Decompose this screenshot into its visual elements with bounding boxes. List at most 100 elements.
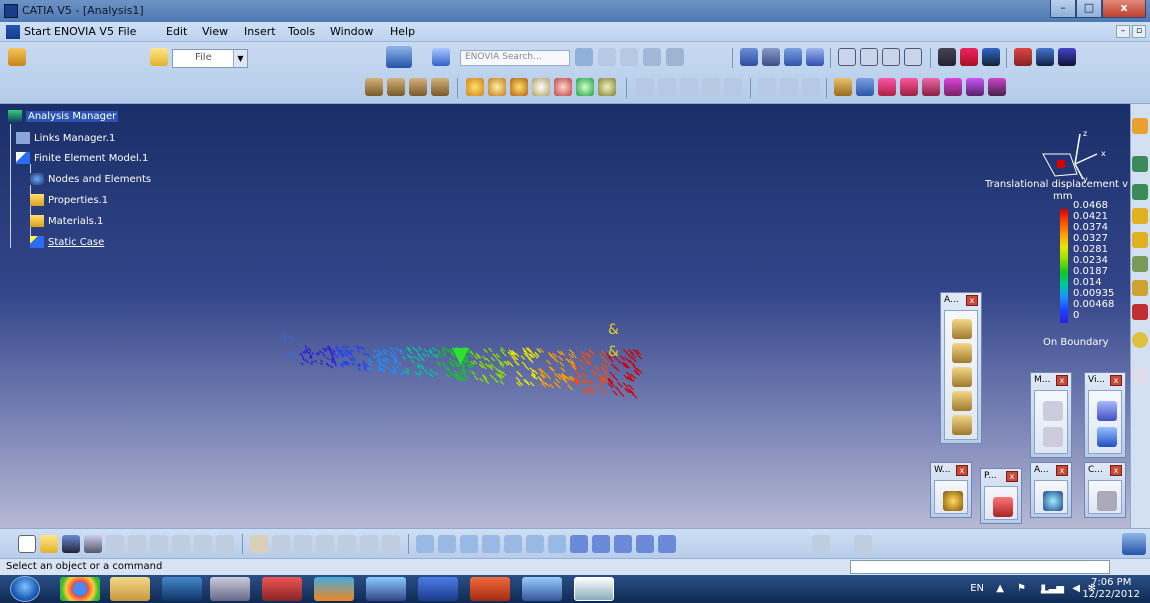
close-icon[interactable]: x [956,465,968,476]
copy-icon[interactable] [128,535,146,553]
restraint-pivot-icon[interactable] [409,78,427,96]
paste-icon[interactable] [150,535,168,553]
search-options-icon[interactable] [575,48,593,66]
cut-plane-icon[interactable] [856,78,874,96]
beam-property-icon[interactable] [1132,232,1148,248]
language-indicator[interactable]: EN [970,583,984,594]
normal-view-icon[interactable] [548,535,566,553]
parameter-icon[interactable] [294,535,312,553]
close-icon[interactable]: x [1110,465,1122,476]
visualization-mode-icon[interactable] [1097,401,1117,421]
fit-all-icon[interactable] [438,535,456,553]
model-manager-panel[interactable]: M... x [1030,372,1072,458]
compute-panel[interactable]: C... x [1084,462,1126,518]
von-mises-icon[interactable] [702,78,720,96]
explorer-icon[interactable] [110,577,150,601]
info-icon[interactable] [922,78,940,96]
mesh-part-icon[interactable] [1132,156,1148,172]
pan-icon[interactable] [460,535,478,553]
surface-icon[interactable] [784,48,802,66]
zoom-in-icon[interactable] [504,535,522,553]
catalog-icon[interactable] [882,48,900,66]
games-icon[interactable] [366,577,406,601]
sphere-icon[interactable] [1132,332,1148,348]
solidworks-icon[interactable] [262,577,302,601]
mesh-displacement-plot[interactable]: ⊢ ⊣ ▼ & & [280,314,660,424]
tree-item-properties[interactable]: Properties.1 [30,194,108,206]
pdf-report-icon[interactable] [993,497,1013,517]
maximize-button[interactable]: □ [1076,0,1102,18]
analysis-supports-panel[interactable]: A... x [940,292,982,444]
quick-view-icon[interactable] [570,535,588,553]
menu-view[interactable]: View [202,25,228,38]
menu-window[interactable]: Window [330,25,373,38]
volume-icon[interactable]: ◀ [1072,583,1080,594]
visualization-panel[interactable]: Vi... x [1084,372,1126,458]
macro-icon[interactable] [382,535,400,553]
support-clamp-icon[interactable] [952,319,972,339]
line-force-icon[interactable] [554,78,572,96]
part-icon[interactable] [740,48,758,66]
chevron-down-icon[interactable]: ▼ [233,50,247,67]
list-icon[interactable] [620,48,638,66]
support-ball-icon[interactable] [952,391,972,411]
catalog-browser-icon[interactable] [360,535,378,553]
undo-icon[interactable] [172,535,190,553]
animate-icon[interactable] [834,78,852,96]
tree-item-nodes-and-elements[interactable]: Nodes and Elements [30,173,151,185]
model-checker-icon[interactable] [1043,401,1063,421]
whats-this-icon[interactable] [216,535,234,553]
powerpoint-icon[interactable] [470,577,510,601]
sketch-icon[interactable] [838,48,856,66]
axis-icon[interactable] [938,48,956,66]
zoom-out-icon[interactable] [526,535,544,553]
report-generate-icon[interactable] [802,78,820,96]
product-icon[interactable] [8,48,26,66]
menu-edit[interactable]: Edit [166,25,187,38]
mesh-icon[interactable] [1058,48,1076,66]
compute-icon[interactable] [1097,491,1117,511]
tree-root[interactable]: Analysis Manager [8,110,119,122]
close-icon[interactable]: x [1006,471,1018,482]
catia-active-icon[interactable] [574,577,614,601]
support-user-icon[interactable] [952,415,972,435]
restraint-iso-icon[interactable] [431,78,449,96]
compass-icon[interactable]: z x y [1035,124,1125,184]
swap-space-icon[interactable] [636,535,654,553]
document-icon[interactable] [6,25,20,39]
close-button[interactable]: x [1102,0,1146,18]
redo-icon[interactable] [194,535,212,553]
octree-icon[interactable] [1132,184,1148,200]
compute-icon[interactable] [636,78,654,96]
open-folder-icon[interactable] [150,48,168,66]
start-button[interactable] [10,576,40,602]
property-icon[interactable] [1132,208,1148,224]
support-slider-icon[interactable] [952,343,972,363]
flag-icon[interactable]: ⚑ [1017,583,1026,594]
cut-icon[interactable] [106,535,124,553]
menu-file[interactable]: File [118,25,136,38]
support-pivot-icon[interactable] [952,367,972,387]
tree-toggle-icon[interactable] [854,535,872,553]
tree-item-finite-element-model[interactable]: Finite Element Model.1 [16,152,148,164]
workbench-icon[interactable] [943,491,963,511]
clock[interactable]: 7:06 PM 12/22/2012 [1082,577,1140,601]
menu-tools[interactable]: Tools [288,25,315,38]
tree-item-materials[interactable]: Materials.1 [30,215,103,227]
media-player-icon[interactable] [162,577,202,601]
minimize-button[interactable]: – [1050,0,1076,18]
restraint-slider-icon[interactable] [387,78,405,96]
precision-icon[interactable] [780,78,798,96]
matlab-icon[interactable] [314,577,354,601]
enovia-search-input[interactable]: ENOVIA Search... [460,50,570,66]
workbench-panel[interactable]: W... x [930,462,972,518]
displacement-icon[interactable] [724,78,742,96]
model-settings-icon[interactable] [1043,427,1063,447]
signal-icon[interactable]: ▂▃▅ [1041,583,1064,594]
measure-icon[interactable] [982,48,1000,66]
save-icon[interactable] [62,535,80,553]
bearing-load-icon[interactable] [532,78,550,96]
image-icon[interactable] [658,78,676,96]
file-combo[interactable]: File ▼ [172,49,248,68]
acceleration-icon[interactable] [576,78,594,96]
